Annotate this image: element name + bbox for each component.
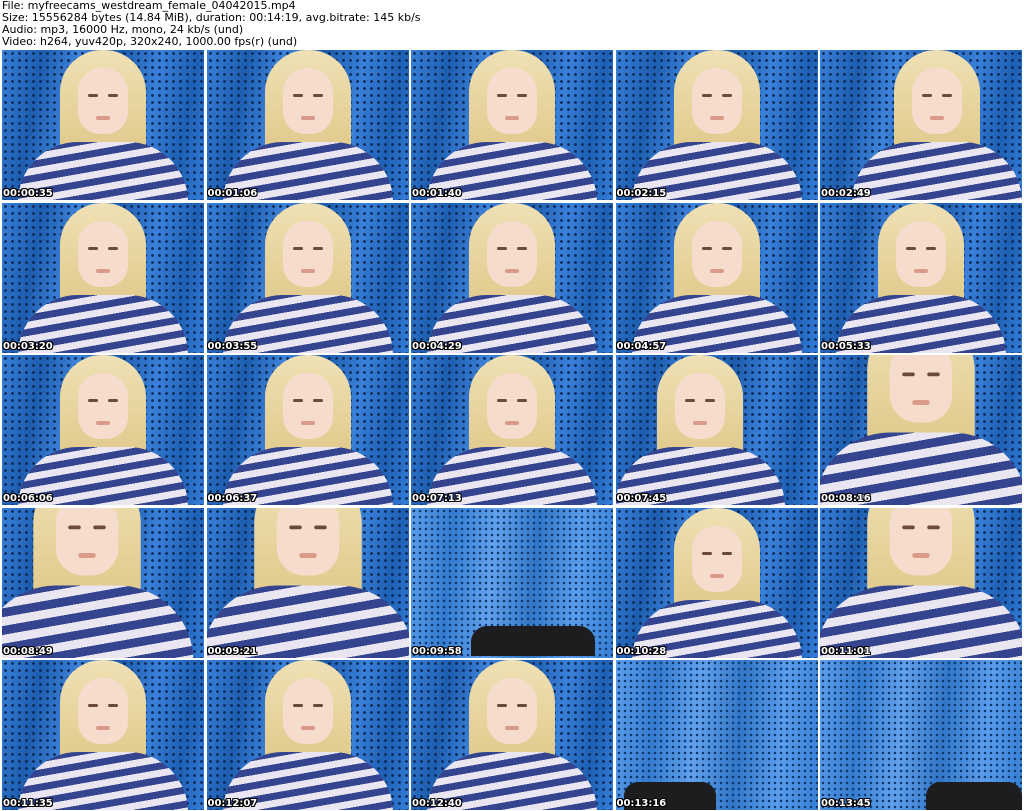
person-figure: [836, 202, 1006, 353]
thumbnail-timestamp: 00:05:33: [821, 340, 871, 352]
thumbnail-timestamp: 00:06:06: [3, 493, 53, 504]
person-figure: [222, 660, 393, 810]
person-figure: [222, 50, 393, 200]
thumbnail-timestamp: 00:08:49: [3, 645, 53, 657]
thumbnail-timestamp: 00:12:40: [412, 798, 462, 809]
file-info-header: File: myfreecams_westdream_female_040420…: [2, 0, 1022, 50]
thumbnail-timestamp: 00:12:07: [207, 798, 258, 809]
thumbnail-frame: 00:13:16: [615, 660, 818, 810]
person-figure: [427, 202, 597, 353]
person-figure: [820, 507, 1022, 658]
thumbnail-timestamp: 00:04:29: [412, 340, 462, 352]
person-figure: [427, 660, 597, 810]
thumbnail-timestamp: 00:02:15: [616, 188, 667, 199]
thumbnail-timestamp: 00:11:35: [3, 798, 53, 809]
thumbnail-timestamp: 00:06:37: [207, 493, 258, 504]
thumbnail-frame: 00:01:40: [411, 50, 613, 200]
thumbnail-frame: 00:03:55: [206, 202, 409, 353]
video-info-line: Video: h264, yuv420p, 320x240, 1000.00 f…: [2, 35, 298, 48]
person-figure: [18, 50, 188, 200]
thumbnail-timestamp: 00:01:40: [412, 188, 462, 199]
thumbnail-frame: 00:02:15: [615, 50, 818, 200]
thumbnail-timestamp: 00:00:35: [3, 188, 53, 199]
person-figure: [820, 355, 1022, 505]
thumbnail-frame: 00:06:06: [2, 355, 204, 505]
person-figure: [615, 355, 786, 505]
thumbnail-frame: 00:06:37: [206, 355, 409, 505]
person-figure: [631, 202, 802, 353]
thumbnail-frame: 00:12:40: [411, 660, 613, 810]
thumbnail-grid: 00:00:35 00:01:06 00:01:40 00:02:15 00:0…: [2, 50, 1022, 810]
thumbnail-frame: 00:08:16: [820, 355, 1022, 505]
thumbnail-timestamp: 00:09:58: [412, 645, 462, 657]
person-figure: [2, 507, 194, 658]
thumbnail-timestamp: 00:13:45: [821, 798, 871, 809]
thumbnail-frame: 00:12:07: [206, 660, 409, 810]
person-figure: [222, 355, 393, 505]
thumbnail-timestamp: 00:01:06: [207, 188, 258, 199]
thumbnail-timestamp: 00:10:28: [616, 645, 667, 657]
thumbnail-frame: 00:05:33: [820, 202, 1022, 353]
person-figure: [852, 50, 1022, 200]
thumbnail-frame: 00:07:13: [411, 355, 613, 505]
thumbnail-frame: 00:08:49: [2, 507, 204, 658]
thumbnail-timestamp: 00:07:13: [412, 493, 462, 504]
thumbnail-frame: 00:13:45: [820, 660, 1022, 810]
thumbnail-frame: 00:07:45: [615, 355, 818, 505]
thumbnail-frame: 00:00:35: [2, 50, 204, 200]
chair: [471, 625, 595, 656]
thumbnail-timestamp: 00:04:57: [616, 340, 667, 352]
person-figure: [206, 507, 409, 658]
thumbnail-timestamp: 00:08:16: [821, 493, 871, 504]
person-figure: [18, 355, 188, 505]
person-figure: [631, 507, 802, 658]
thumbnail-timestamp: 00:02:49: [821, 188, 871, 199]
thumbnail-timestamp: 00:03:55: [207, 340, 258, 352]
thumbnail-frame: 00:03:20: [2, 202, 204, 353]
thumbnail-frame: 00:09:58: [411, 507, 613, 658]
chair: [926, 782, 1022, 810]
thumbnail-timestamp: 00:03:20: [3, 340, 53, 352]
thumbnail-timestamp: 00:11:01: [821, 645, 871, 657]
person-figure: [18, 202, 188, 353]
person-figure: [631, 50, 802, 200]
person-figure: [222, 202, 393, 353]
thumbnail-frame: 00:02:49: [820, 50, 1022, 200]
thumbnail-frame: 00:10:28: [615, 507, 818, 658]
thumbnail-frame: 00:11:35: [2, 660, 204, 810]
thumbnail-timestamp: 00:13:16: [616, 798, 667, 809]
thumbnail-frame: 00:04:57: [615, 202, 818, 353]
thumbnail-frame: 00:11:01: [820, 507, 1022, 658]
thumbnail-frame: 00:09:21: [206, 507, 409, 658]
thumbnail-frame: 00:01:06: [206, 50, 409, 200]
person-figure: [427, 50, 597, 200]
thumbnail-timestamp: 00:07:45: [616, 493, 667, 504]
person-figure: [427, 355, 597, 505]
person-figure: [18, 660, 188, 810]
thumbnail-timestamp: 00:09:21: [207, 645, 258, 657]
thumbnail-frame: 00:04:29: [411, 202, 613, 353]
